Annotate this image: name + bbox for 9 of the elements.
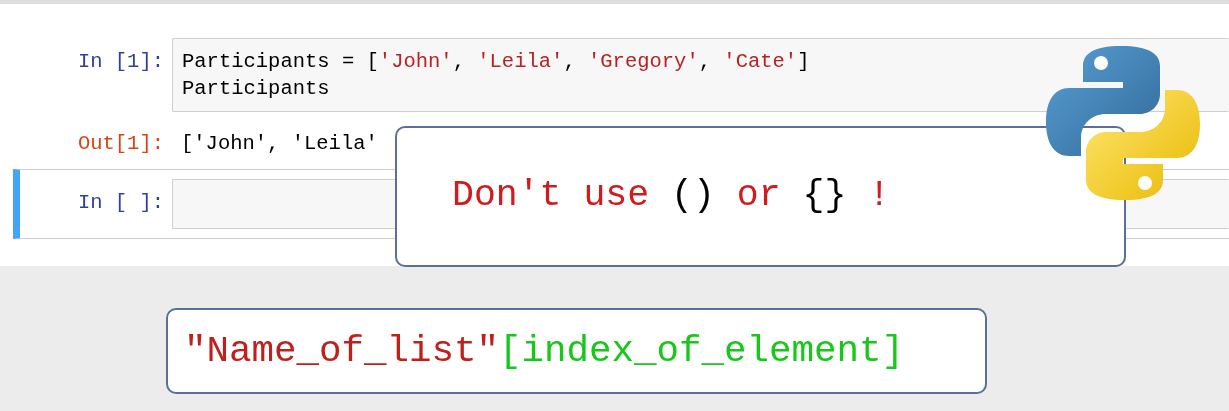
- code-line: Participants = ['John', 'Leila', 'Gregory', 'Cate']: [182, 49, 810, 75]
- output-line: ['John', 'Leila': [181, 131, 378, 157]
- cell-prompt: In [1]:: [77, 50, 164, 73]
- formula-text: "Name_of_list"[index_of_element]: [184, 328, 905, 374]
- cell-prompt: In [ ]:: [77, 191, 164, 214]
- code-input[interactable]: Participants = ['John', 'Leila', 'Gregory', 'Cate'] Participants: [172, 38, 1229, 112]
- cell-prompt: Out[1]:: [77, 132, 164, 155]
- code-line: Participants: [182, 76, 330, 102]
- callout-text: Don't use () or {} !: [452, 174, 891, 219]
